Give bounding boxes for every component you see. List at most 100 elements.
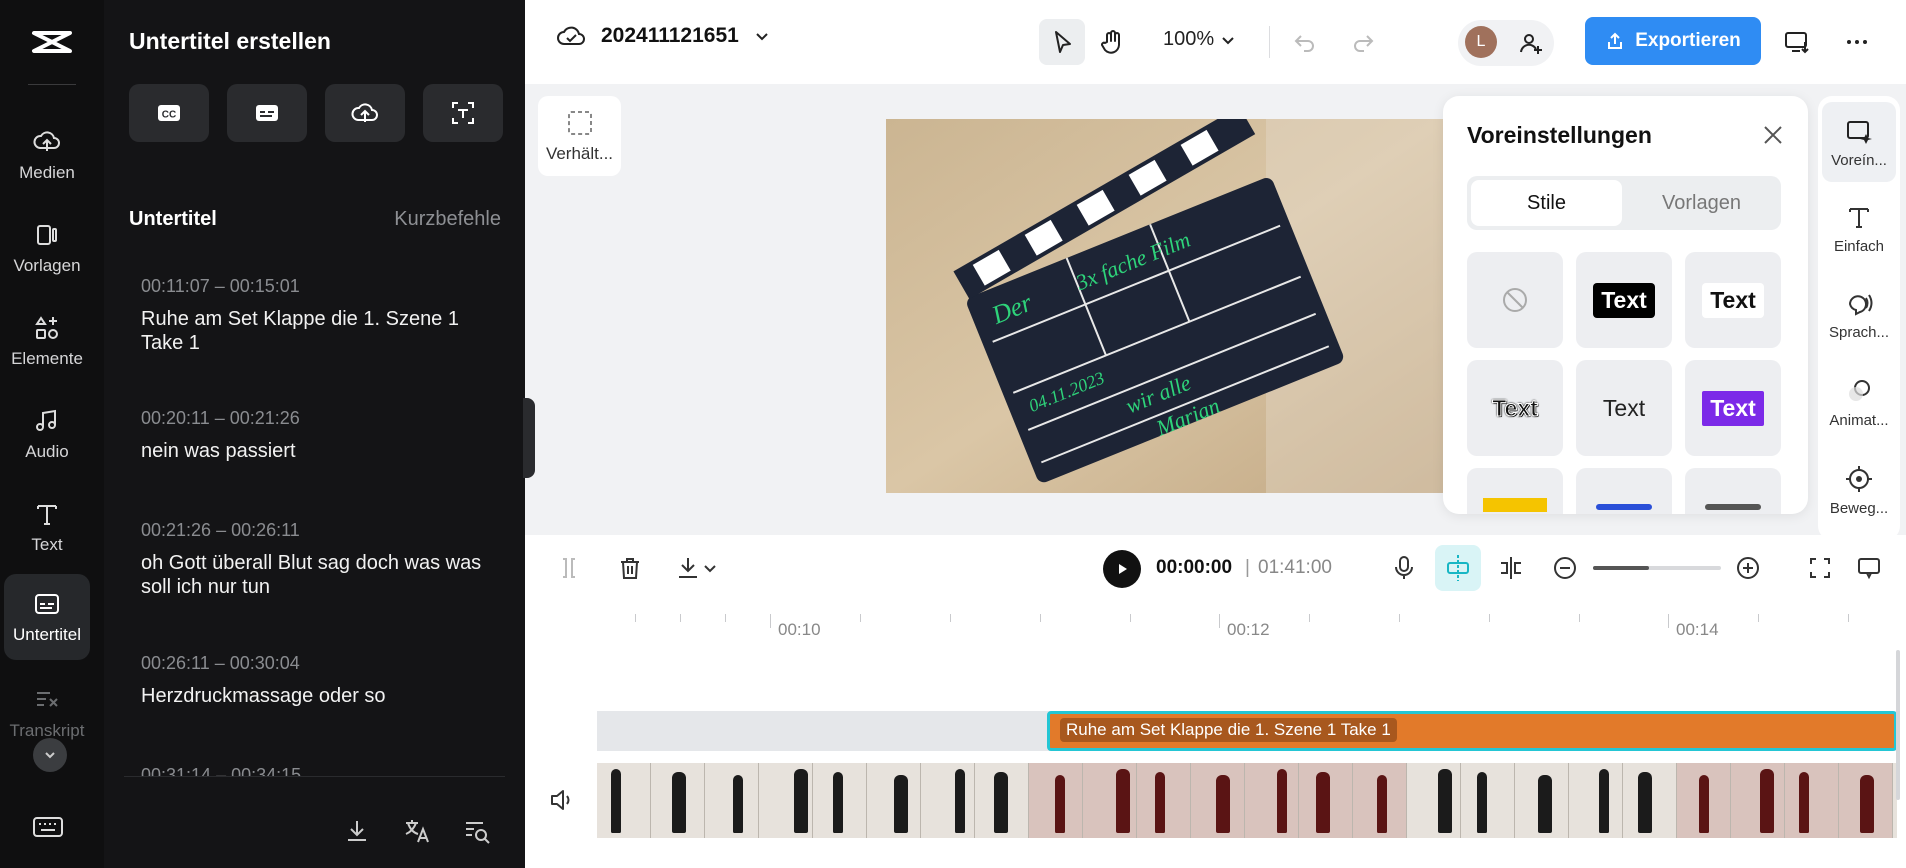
rail-item-presets[interactable]: Voreín... [1822, 102, 1896, 182]
silhouette [1438, 769, 1452, 833]
zoom-select[interactable]: 100% [1163, 28, 1236, 51]
search-replace-icon[interactable] [461, 815, 493, 847]
silhouette [1860, 775, 1874, 833]
tab-vorlagen[interactable]: Vorlagen [1626, 180, 1777, 226]
preset-gray-swatch [1705, 504, 1761, 510]
rail-divider [28, 84, 76, 85]
redo-button[interactable] [1343, 22, 1383, 62]
export-button[interactable]: Exportieren [1585, 17, 1761, 65]
preset-style[interactable] [1576, 468, 1672, 514]
expand-sidebar-button[interactable] [33, 738, 67, 772]
split-clip-button[interactable] [1493, 550, 1529, 586]
preset-style[interactable]: Text [1685, 360, 1781, 456]
comment-monitor-icon [1858, 558, 1880, 580]
zoom-in-button[interactable] [1730, 550, 1766, 586]
zoom-out-button[interactable] [1547, 550, 1583, 586]
silhouette [1055, 775, 1065, 833]
sidebar-item-elemente[interactable]: Elemente [4, 298, 90, 384]
preset-icon [1847, 120, 1872, 144]
speaker-icon[interactable] [548, 786, 576, 814]
sidebar-item-audio[interactable]: Audio [4, 391, 90, 477]
avatar[interactable]: L [1465, 26, 1497, 58]
video-preview[interactable]: Der 3x fache Film 04.11.2023 wir alle Ma… [886, 119, 1446, 493]
tab-stile[interactable]: Stile [1471, 180, 1622, 226]
subtitle-text[interactable]: Herzdruckmassage oder so [141, 684, 501, 708]
sidebar-item-vorlagen[interactable]: Vorlagen [4, 205, 90, 291]
play-button[interactable] [1103, 550, 1141, 588]
music-note-icon [36, 409, 56, 431]
collapse-panel-handle[interactable] [523, 398, 535, 478]
hand-tool-button[interactable] [1092, 22, 1132, 62]
record-voiceover-button[interactable] [1386, 550, 1422, 586]
split-button[interactable] [551, 550, 587, 586]
preset-style[interactable] [1685, 468, 1781, 514]
preset-none[interactable] [1467, 252, 1563, 348]
timeline-scrollbar[interactable] [1896, 650, 1900, 800]
silhouette [1155, 772, 1165, 833]
preview-mode-button[interactable] [1851, 550, 1887, 586]
ruler-label: 00:12 [1227, 620, 1270, 639]
cloud-upload-icon [351, 103, 378, 122]
undo-button[interactable] [1285, 22, 1325, 62]
upload-captions-button[interactable] [325, 84, 405, 142]
subtitle-item[interactable]: 00:21:26 – 00:26:11 oh Gott überall Blut… [141, 520, 501, 599]
ruler-tick [1758, 614, 1759, 622]
auto-captions-button[interactable]: CC [129, 84, 209, 142]
sidebar-item-untertitel[interactable]: Untertitel [4, 574, 90, 660]
invite-user-button[interactable] [1511, 23, 1551, 63]
video-track[interactable] [597, 763, 1897, 838]
preset-style[interactable]: Text [1576, 252, 1672, 348]
select-tool-button[interactable] [1039, 19, 1085, 65]
close-icon[interactable] [1760, 122, 1786, 148]
silhouette [611, 769, 621, 833]
subtitle-time: 00:26:11 – 00:30:04 [141, 653, 300, 673]
project-name-menu[interactable]: 202411121651 [555, 22, 771, 50]
silhouette [1799, 772, 1809, 833]
scan-captions-button[interactable] [423, 84, 503, 142]
sidebar-item-text[interactable]: Text [4, 484, 90, 570]
preset-yellow-swatch [1483, 498, 1547, 512]
subtitle-item[interactable]: 00:11:07 – 00:15:01 Ruhe am Set Klappe d… [141, 276, 501, 355]
delete-button[interactable] [612, 550, 648, 586]
ruler-tick [680, 614, 681, 622]
keyboard-shortcuts-button[interactable] [30, 812, 66, 842]
subtitle-text[interactable]: nein was passiert [141, 439, 501, 463]
preset-style[interactable]: Text [1685, 252, 1781, 348]
split-clip-icon [1501, 557, 1521, 579]
manual-captions-button[interactable] [227, 84, 307, 142]
more-menu-button[interactable] [1837, 22, 1877, 62]
translate-icon[interactable] [401, 815, 433, 847]
subtitle-item[interactable]: 00:31:14 – 00:34:15 [141, 765, 501, 776]
film-frame [1353, 763, 1407, 838]
download-icon[interactable] [341, 815, 373, 847]
rail-item-motion[interactable]: Beweg... [1822, 450, 1896, 530]
auto-snap-toggle[interactable] [1435, 545, 1481, 591]
subtitle-text[interactable]: Ruhe am Set Klappe die 1. Szene 1 Take 1 [141, 307, 501, 355]
subtitle-text[interactable]: oh Gott überall Blut sag doch was was so… [141, 551, 501, 599]
fit-timeline-button[interactable] [1802, 550, 1838, 586]
present-button[interactable] [1777, 22, 1817, 62]
preset-style[interactable]: Text [1467, 360, 1563, 456]
redo-icon [1354, 35, 1374, 52]
silhouette [1760, 769, 1774, 833]
preset-style[interactable]: Text [1576, 360, 1672, 456]
subtitle-item[interactable]: 00:20:11 – 00:21:26 nein was passiert [141, 408, 501, 463]
preset-style[interactable] [1467, 468, 1563, 514]
rail-item-basic[interactable]: Einfach [1822, 188, 1896, 268]
subtitle-time: 00:11:07 – 00:15:01 [141, 276, 300, 296]
aspect-ratio-button[interactable]: Verhält... [538, 96, 621, 176]
capcut-logo[interactable] [22, 22, 82, 62]
shortcuts-link[interactable]: Kurzbefehle [394, 208, 501, 231]
download-menu-toggle[interactable] [700, 550, 720, 586]
silhouette [672, 772, 686, 833]
timeline-ruler[interactable]: 00:10 00:12 00:14 [597, 606, 1906, 646]
caption-clip[interactable]: Ruhe am Set Klappe die 1. Szene 1 Take 1 [1047, 711, 1897, 751]
rail-item-animation[interactable]: Animat... [1822, 362, 1896, 442]
slider-fill [1593, 566, 1649, 570]
sidebar-item-medien[interactable]: Medien [4, 112, 90, 198]
rail-item-speech[interactable]: Sprach... [1822, 274, 1896, 354]
timeline-zoom-slider[interactable] [1593, 566, 1721, 570]
subtitle-item[interactable]: 00:26:11 – 00:30:04 Herzdruckmassage ode… [141, 653, 501, 708]
ruler-tick [1489, 614, 1490, 622]
silhouette [1216, 775, 1230, 833]
